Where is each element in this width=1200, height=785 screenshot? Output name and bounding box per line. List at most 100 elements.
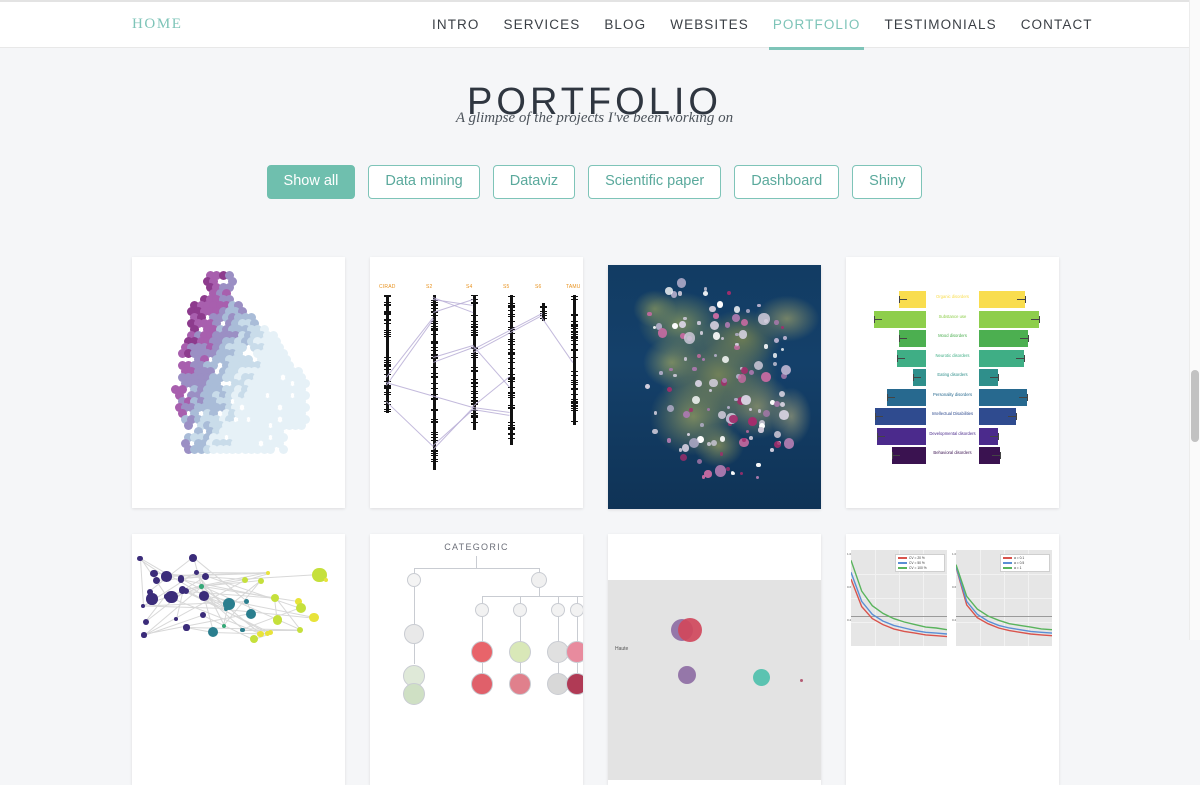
portfolio-card-line-charts[interactable]: CV = 20 %CV = 50 %CV = 100 %1.00.60.2a =… xyxy=(846,534,1059,785)
linkage-marker xyxy=(571,349,578,350)
filter-button-dataviz[interactable]: Dataviz xyxy=(493,165,575,199)
portfolio-card-hexbin-map[interactable] xyxy=(132,257,345,508)
linkage-marker xyxy=(471,353,478,354)
portfolio-card-bubble-panel[interactable]: Haute xyxy=(608,534,821,785)
linkage-marker xyxy=(431,455,438,456)
linkage-marker xyxy=(471,357,478,358)
butterfly-error-bar xyxy=(990,436,998,437)
portfolio-card-linkage-map[interactable]: CIRADS2S4S5S6TAMU xyxy=(370,257,583,508)
dendrogram-link xyxy=(539,588,540,596)
butterfly-category-label: Mood disorders xyxy=(927,333,979,339)
linkage-marker xyxy=(431,347,438,348)
portfolio-card-dendrogram[interactable]: CATEGORIC xyxy=(370,534,583,785)
network-node xyxy=(257,631,263,637)
linkage-marker xyxy=(471,355,478,356)
linkage-marker xyxy=(508,425,515,426)
dendrogram-link xyxy=(414,587,415,627)
dendrogram-node xyxy=(566,673,583,695)
network-node xyxy=(222,624,226,628)
portfolio-card-france-bubble-map[interactable] xyxy=(608,265,821,509)
linkage-marker xyxy=(571,314,578,315)
linkage-marker xyxy=(471,295,478,296)
linkage-homology-link xyxy=(541,317,573,363)
linkage-marker xyxy=(508,314,515,315)
linkage-marker xyxy=(571,296,578,297)
nav-item-intro[interactable]: INTRO xyxy=(420,2,492,50)
linkage-marker xyxy=(471,383,478,384)
legend-entry: a = 1 xyxy=(1003,566,1047,570)
map-bubble xyxy=(692,396,700,404)
linkage-marker xyxy=(508,349,515,350)
page-scrollbar-thumb[interactable] xyxy=(1191,370,1199,442)
linkage-marker xyxy=(471,393,478,394)
linkage-marker xyxy=(540,311,547,312)
linkage-marker xyxy=(508,429,515,430)
linkage-map-thumbnail: CIRADS2S4S5S6TAMU xyxy=(370,257,583,508)
page-scrollbar[interactable] xyxy=(1189,0,1200,640)
filter-button-show-all[interactable]: Show all xyxy=(267,165,356,199)
network-node xyxy=(194,570,199,575)
linkage-marker xyxy=(571,405,578,406)
network-node xyxy=(258,578,264,584)
linkage-marker xyxy=(540,307,547,308)
brand-home-link[interactable]: HOME xyxy=(132,16,183,33)
map-bubble xyxy=(707,442,711,446)
portfolio-card-butterfly-chart[interactable]: Organic disordersSubstance useMood disor… xyxy=(846,257,1059,508)
dendrogram-node xyxy=(471,641,493,663)
map-bubble xyxy=(749,408,752,411)
dendrogram-node xyxy=(403,683,425,705)
linkage-marker xyxy=(508,321,515,322)
map-bubble xyxy=(713,313,719,319)
linkage-marker xyxy=(431,451,438,452)
linkage-marker xyxy=(384,392,391,393)
butterfly-error-cap xyxy=(913,374,914,381)
network-node xyxy=(164,594,168,598)
linkage-marker xyxy=(431,367,438,368)
map-bubble xyxy=(700,331,704,335)
butterfly-error-cap xyxy=(874,316,875,323)
butterfly-error-cap xyxy=(998,433,999,440)
filter-button-dashboard[interactable]: Dashboard xyxy=(734,165,839,199)
filter-button-data-mining[interactable]: Data mining xyxy=(368,165,479,199)
network-node xyxy=(309,613,319,623)
network-node xyxy=(240,628,244,632)
legend-label: CV = 100 % xyxy=(909,566,927,570)
linkage-marker xyxy=(431,343,438,344)
linkage-axis-label: S5 xyxy=(503,284,510,290)
main-navigation: INTROSERVICESBLOGWEBSITESPORTFOLIOTESTIM… xyxy=(420,2,1105,50)
linkage-marker xyxy=(571,389,578,390)
chart-legend: CV = 20 %CV = 50 %CV = 100 % xyxy=(895,554,945,572)
butterfly-error-bar xyxy=(875,416,883,417)
linkage-marker xyxy=(431,419,438,420)
network-node xyxy=(246,609,256,619)
filter-button-shiny[interactable]: Shiny xyxy=(852,165,922,199)
linkage-marker xyxy=(508,358,515,359)
filter-button-scientific-paper[interactable]: Scientific paper xyxy=(588,165,721,199)
linkage-marker xyxy=(384,332,391,333)
nav-item-blog[interactable]: BLOG xyxy=(592,2,658,50)
butterfly-chart-thumbnail: Organic disordersSubstance useMood disor… xyxy=(846,257,1059,508)
map-bubble xyxy=(729,415,738,424)
linkage-marker xyxy=(571,421,578,422)
nav-item-contact[interactable]: CONTACT xyxy=(1009,2,1105,50)
linkage-marker xyxy=(571,344,578,345)
linkage-marker xyxy=(571,384,578,385)
dendrogram-node xyxy=(509,673,531,695)
network-node xyxy=(199,591,209,601)
nav-item-testimonials[interactable]: TESTIMONIALS xyxy=(872,2,1008,50)
network-node xyxy=(141,604,145,608)
nav-item-portfolio[interactable]: PORTFOLIO xyxy=(761,2,873,50)
nav-item-services[interactable]: SERVICES xyxy=(492,2,593,50)
linkage-marker xyxy=(471,417,478,418)
linkage-marker xyxy=(471,397,478,398)
legend-swatch xyxy=(1003,557,1012,559)
linkage-marker xyxy=(571,332,578,333)
network-node xyxy=(223,598,235,610)
map-bubble xyxy=(779,410,789,420)
portfolio-card-network-graph[interactable] xyxy=(132,534,345,785)
nav-item-websites[interactable]: WEBSITES xyxy=(658,2,761,50)
linkage-marker xyxy=(384,366,391,367)
butterfly-error-bar xyxy=(899,299,907,300)
linkage-marker xyxy=(431,341,438,342)
linkage-marker xyxy=(508,352,515,353)
